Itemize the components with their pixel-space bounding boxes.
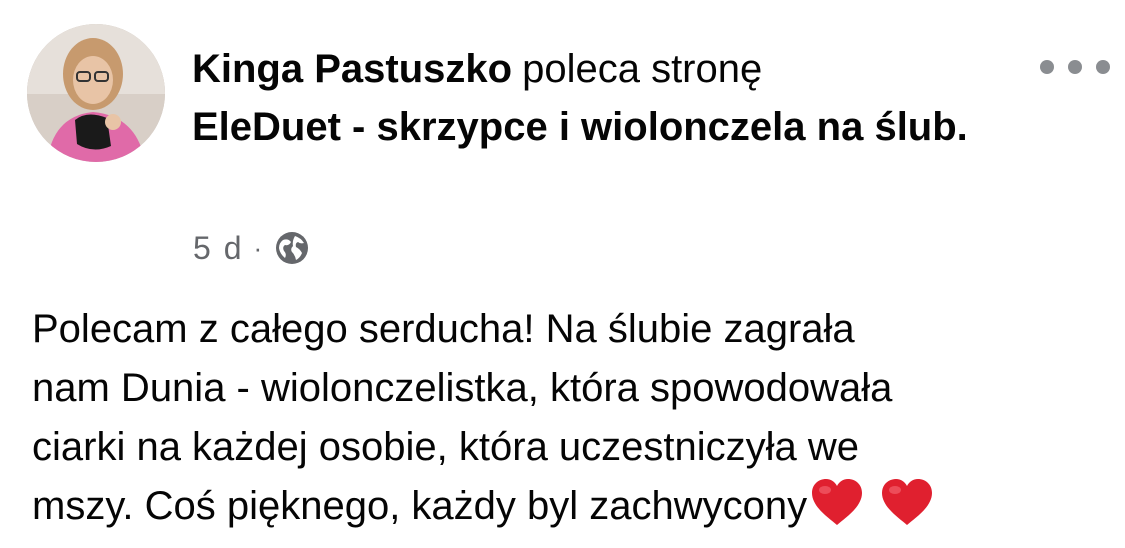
post-body-line: Polecam z całego serducha! Na ślubie zag… bbox=[32, 307, 855, 351]
post-body: Polecam z całego serducha! Na ślubie zag… bbox=[32, 300, 1112, 536]
post-body-line-text: mszy. Coś pięknego, każdy byl zachwycony bbox=[32, 484, 808, 528]
more-dot-icon bbox=[1040, 60, 1054, 74]
red-heart-icon bbox=[882, 479, 933, 525]
post-header: Kinga Pastuszko poleca stronę EleDuet - s… bbox=[192, 40, 992, 156]
avatar-photo bbox=[27, 24, 165, 162]
more-dot-icon bbox=[1068, 60, 1082, 74]
post-body-line: ciarki na każdej osobie, która uczestnic… bbox=[32, 425, 860, 469]
author-name[interactable]: Kinga Pastuszko bbox=[192, 47, 512, 91]
post-body-line-last: mszy. Coś pięknego, każdy byl zachwycony bbox=[32, 477, 1112, 536]
post-timestamp[interactable]: 5 d bbox=[193, 230, 243, 267]
red-heart-icon bbox=[812, 479, 863, 525]
author-avatar[interactable] bbox=[27, 24, 165, 162]
meta-separator: · bbox=[253, 232, 265, 263]
globe-icon[interactable] bbox=[274, 230, 310, 266]
post-meta: 5 d · bbox=[193, 226, 310, 270]
more-options-button[interactable] bbox=[1040, 52, 1110, 82]
recommends-text: poleca stronę bbox=[522, 47, 763, 91]
recommended-page-link[interactable]: EleDuet - skrzypce i wiolonczela na ślub… bbox=[192, 98, 992, 156]
post-body-line: nam Dunia - wiolonczelistka, która spowo… bbox=[32, 366, 893, 410]
more-dot-icon bbox=[1096, 60, 1110, 74]
recommendation-post: Kinga Pastuszko poleca stronę EleDuet - s… bbox=[0, 0, 1125, 548]
